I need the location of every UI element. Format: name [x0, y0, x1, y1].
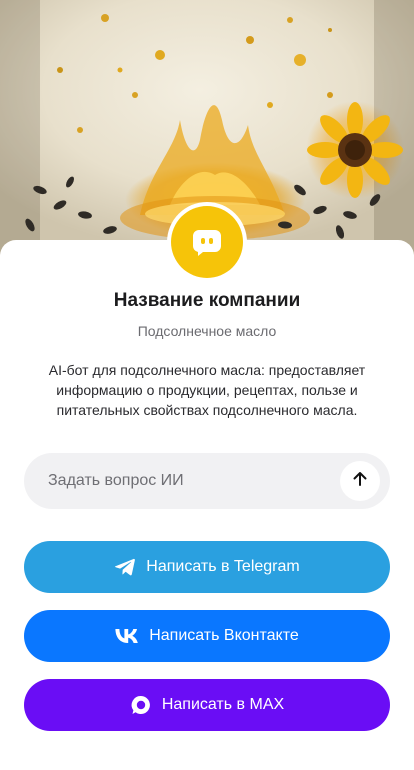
max-icon: [130, 694, 152, 716]
telegram-button-label: Написать в Telegram: [146, 558, 300, 575]
arrow-up-icon: [351, 470, 369, 493]
chat-bot-icon: [171, 206, 243, 278]
telegram-icon: [114, 557, 136, 577]
vk-button-label: Написать Вконтакте: [149, 627, 299, 644]
vk-button[interactable]: Написать Вконтакте: [24, 610, 390, 662]
avatar: [167, 202, 247, 282]
company-category: Подсолнечное масло: [137, 323, 277, 339]
max-button-label: Написать в MAX: [161, 696, 285, 713]
send-button[interactable]: [340, 461, 380, 501]
ask-ai-input[interactable]: [48, 472, 318, 490]
company-name: Название компании: [113, 290, 301, 311]
vk-icon: [115, 628, 139, 644]
telegram-button[interactable]: Написать в Telegram: [24, 541, 390, 593]
max-button[interactable]: Написать в MAX: [24, 679, 390, 731]
company-description: AI-бот для подсолнечного масла: предоста…: [48, 362, 366, 418]
ask-ai-field[interactable]: [24, 453, 390, 509]
